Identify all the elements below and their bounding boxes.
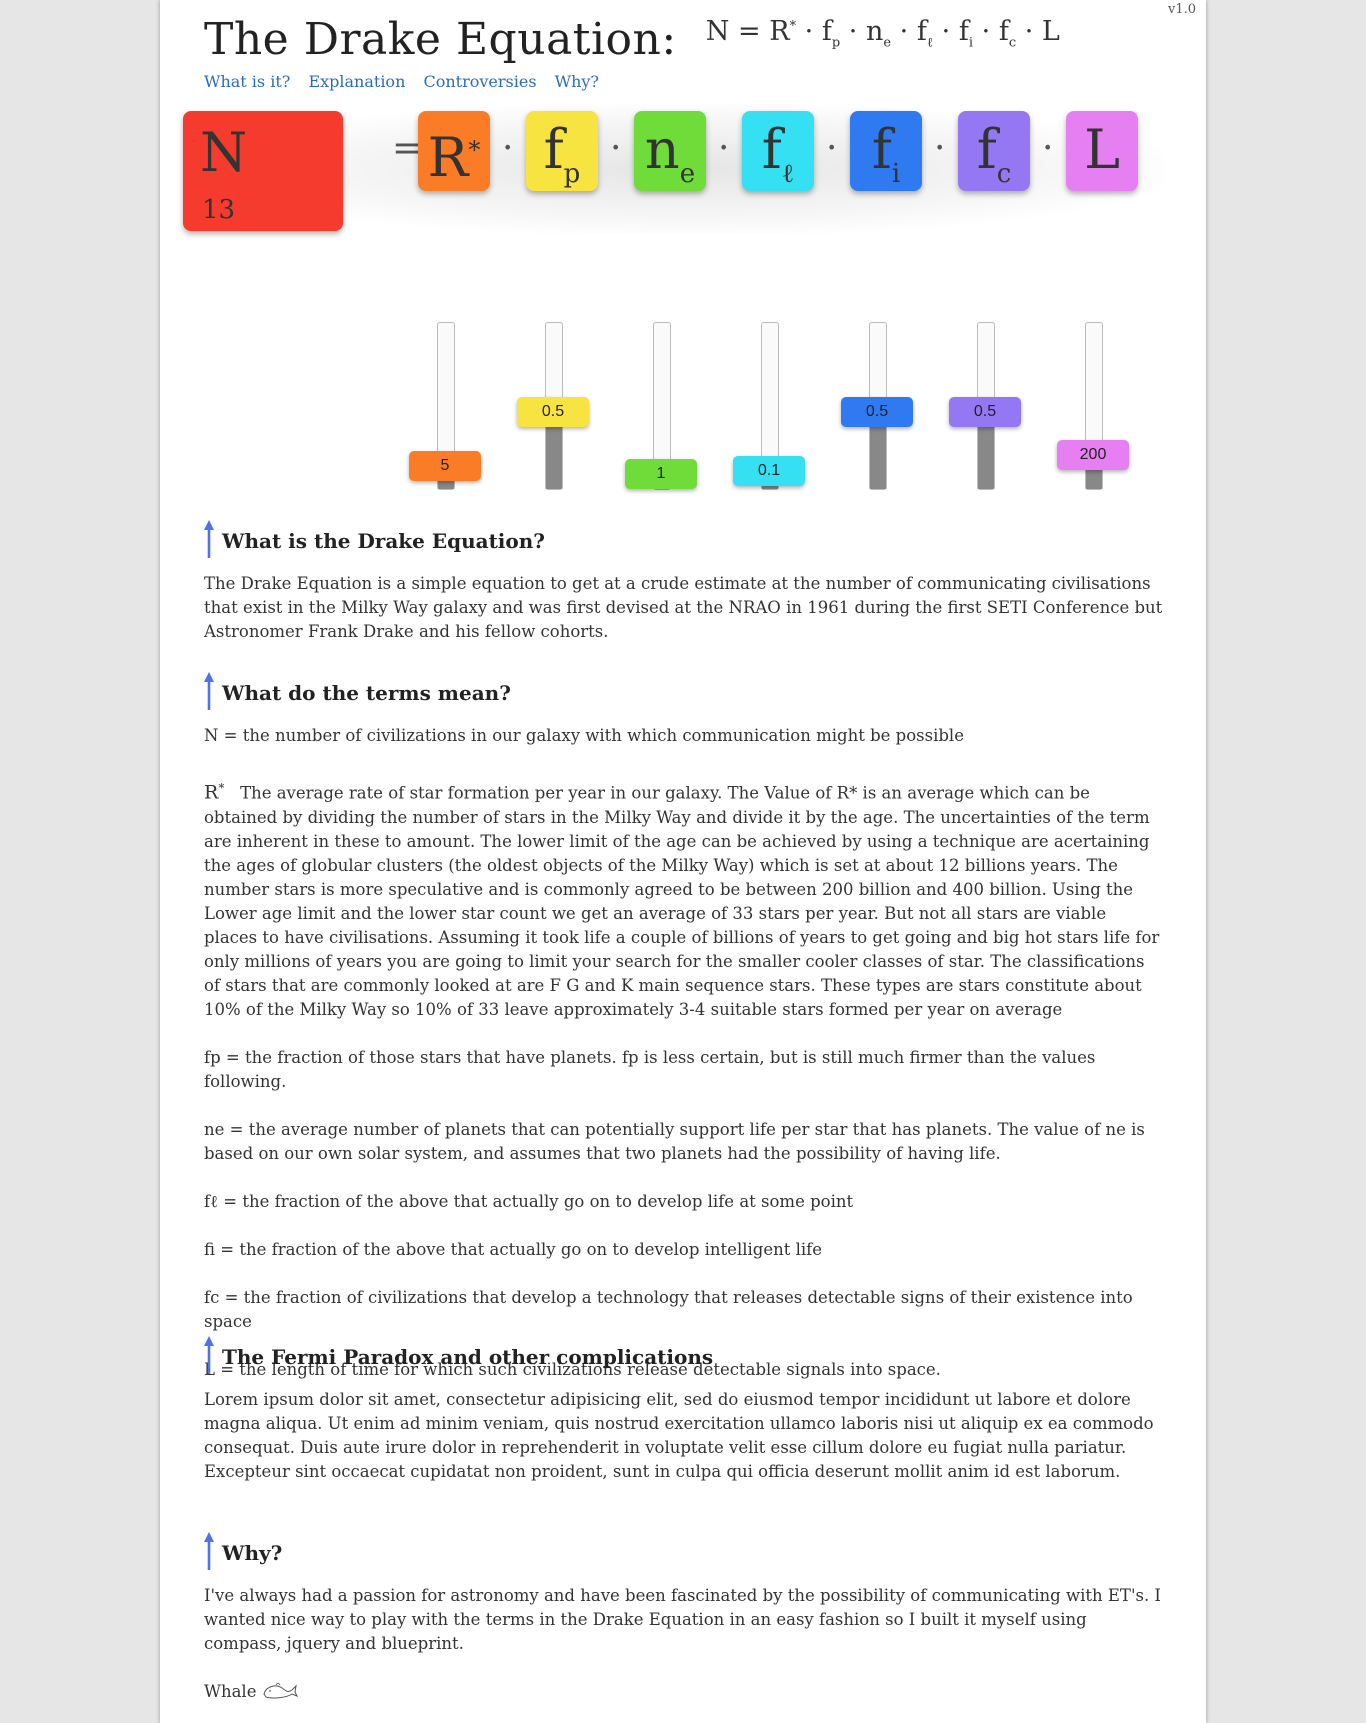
term-tile-fl[interactable]: fℓ [742,111,814,191]
slider-handle-fl[interactable]: 0.1 [733,456,805,487]
fermi-body: Lorem ipsum dolor sit amet, consectetur … [204,1390,1154,1481]
version-label: v1.0 [1167,2,1196,17]
term-symbol: R* [427,126,481,189]
term-r: R* The average rate of star formation pe… [204,781,1160,1019]
multiply-dot: · [826,128,838,169]
nav-link-explanation[interactable]: Explanation [308,72,405,91]
section-heading: Why? [204,1532,1164,1572]
signature: Whale [204,1680,1164,1704]
section-fermi: The Fermi Paradox and other complication… [204,1336,1164,1484]
slider-handle-fc[interactable]: 0.5 [949,396,1021,427]
nav-link-why[interactable]: Why? [555,72,599,91]
term-fi: fi = the fraction of the above that actu… [204,1239,823,1259]
term-tile-fc[interactable]: fc [958,111,1030,191]
slider-handle-L[interactable]: 200 [1057,439,1129,470]
whale-icon [263,1683,298,1699]
what-body: The Drake Equation is a simple equation … [204,574,1163,641]
section-heading: What do the terms mean? [204,672,1164,712]
nav: What is it? Explanation Controversies Wh… [204,72,612,91]
term-tile-L[interactable]: L [1066,111,1138,191]
up-arrow-icon[interactable] [204,672,214,710]
multiply-dot: · [610,128,622,169]
up-arrow-icon[interactable] [204,1532,214,1570]
n-letter: N [200,121,248,184]
section-why: Why? I've always had a passion for astro… [204,1532,1164,1704]
n-value: 13 [202,195,236,225]
multiply-dot: · [1042,128,1054,169]
header: The Drake Equation: N = R* · fp · ne · f… [204,14,1060,65]
multiply-dot: · [934,128,946,169]
up-arrow-icon[interactable] [204,520,214,558]
page: v1.0 The Drake Equation: N = R* · fp · n… [160,0,1206,1723]
term-fc: fc = the fraction of civilizations that … [204,1287,1133,1331]
header-formula: N = R* · fp · ne · fℓ · fi · fc · L [705,16,1060,51]
section-heading: The Fermi Paradox and other complication… [204,1336,1164,1376]
multiply-dot: · [502,128,514,169]
section-terms: What do the terms mean? N = the number o… [204,672,1164,1382]
slider-handle-r[interactable]: 5 [409,450,481,481]
nav-link-what[interactable]: What is it? [204,72,290,91]
section-heading: What is the Drake Equation? [204,520,1164,560]
term-tile-fi[interactable]: fi [850,111,922,191]
term-ne: ne = the average number of planets that … [204,1119,1145,1163]
slider-handle-fi[interactable]: 0.5 [841,396,913,427]
nav-link-controversies[interactable]: Controversies [423,72,536,91]
term-symbol: fℓ [761,118,795,189]
slider-handle-ne[interactable]: 1 [625,459,697,489]
term-tile-ne[interactable]: ne [634,111,706,191]
term-n: N = the number of civilizations in our g… [204,726,964,745]
term-tile-fp[interactable]: fp [526,111,598,191]
term-fl: fℓ = the fraction of the above that actu… [204,1191,854,1211]
n-result-tile: N 13 [183,111,343,231]
why-body: I've always had a passion for astronomy … [204,1586,1161,1653]
page-title: The Drake Equation: [204,14,677,65]
term-symbol: L [1084,118,1120,181]
term-symbol: fc [976,118,1012,189]
slider-handle-fp[interactable]: 0.5 [517,396,589,427]
multiply-dot: · [718,128,730,169]
term-tile-r[interactable]: R* [418,111,490,191]
up-arrow-icon[interactable] [204,1336,214,1374]
term-fp: fp = the fraction of those stars that ha… [204,1047,1096,1091]
term-symbol: ne [644,118,696,189]
section-what: What is the Drake Equation? The Drake Eq… [204,520,1164,644]
term-symbol: fp [543,118,581,189]
term-symbol: fi [871,118,901,189]
